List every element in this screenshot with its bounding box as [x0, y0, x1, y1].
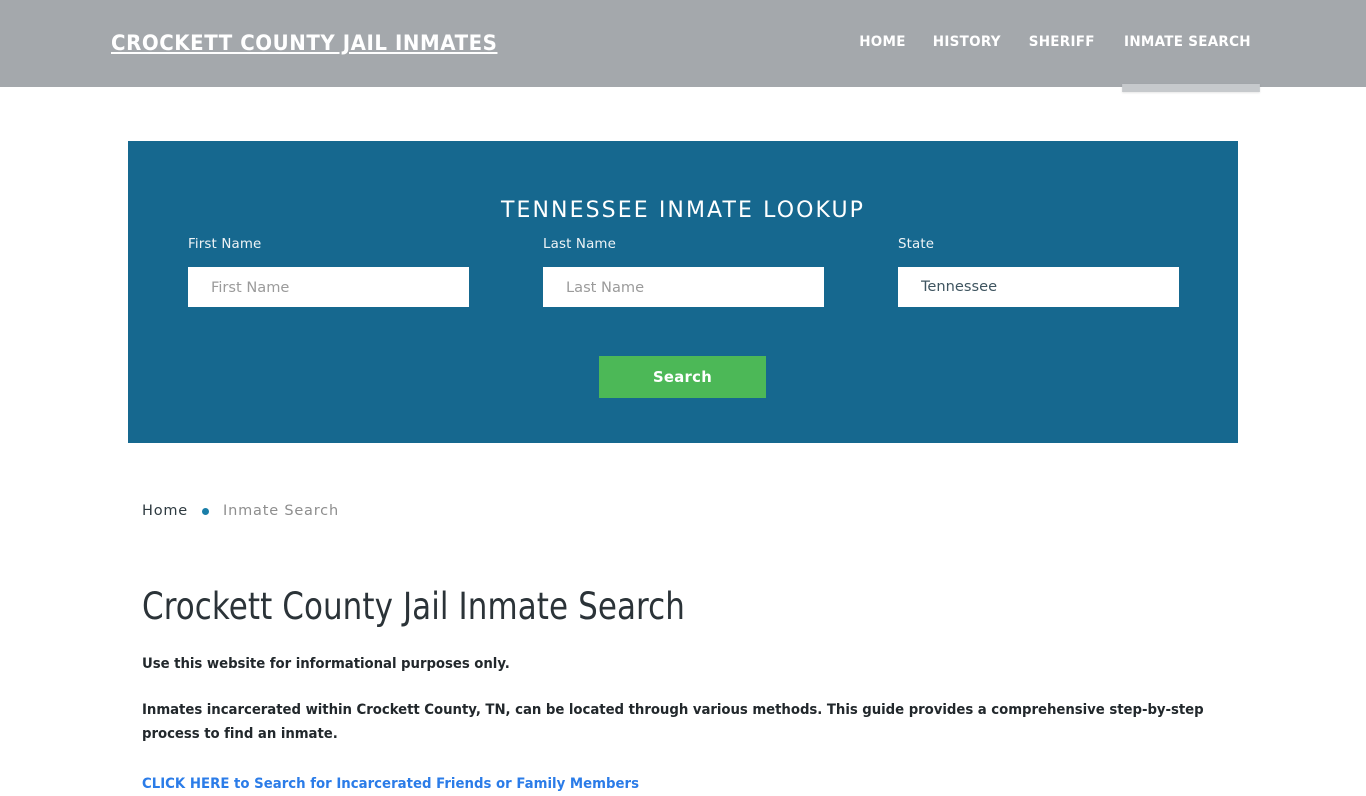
breadcrumb-home-link[interactable]: Home [142, 500, 188, 522]
search-button[interactable]: Search [599, 356, 766, 398]
inmate-lookup-panel: TENNESSEE INMATE LOOKUP First Name Last … [128, 141, 1238, 443]
nav-item-home[interactable]: HOME [848, 31, 917, 53]
page-title: Crockett County Jail Inmate Search [142, 585, 685, 628]
first-name-field-group: First Name [188, 236, 469, 307]
state-select[interactable]: Tennessee [898, 267, 1179, 307]
lookup-panel-title: TENNESSEE INMATE LOOKUP [500, 198, 866, 224]
breadcrumb-bullet-icon [202, 507, 210, 515]
last-name-input[interactable] [543, 267, 824, 307]
first-name-label: First Name [188, 237, 262, 252]
site-header: CROCKETT COUNTY JAIL INMATES HOME HISTOR… [0, 0, 1366, 92]
nav-item-sheriff[interactable]: SHERIFF [1017, 31, 1106, 53]
lookup-fields-row: First Name Last Name State Tennessee [128, 236, 1238, 316]
state-label: State [898, 237, 935, 252]
last-name-label: Last Name [543, 237, 617, 252]
breadcrumb-current: Inmate Search [223, 503, 339, 519]
inmate-search-cta-link[interactable]: CLICK HERE to Search for Incarcerated Fr… [142, 772, 639, 796]
intro-paragraph: Use this website for informational purpo… [142, 656, 510, 672]
last-name-field-group: Last Name [543, 236, 824, 307]
state-field-group: State Tennessee [898, 236, 1179, 307]
main-navigation: HOME HISTORY SHERIFF INMATE SEARCH [846, 31, 1261, 92]
page-content: Home Inmate Search Crockett County Jail … [142, 498, 1232, 796]
breadcrumb: Home Inmate Search [142, 498, 1232, 524]
description-paragraph: Inmates incarcerated within Crockett Cou… [142, 702, 1204, 742]
nav-item-inmate-search[interactable]: INMATE SEARCH [1112, 31, 1261, 92]
site-logo[interactable]: CROCKETT COUNTY JAIL INMATES [111, 30, 497, 57]
first-name-input[interactable] [188, 267, 469, 307]
nav-item-history[interactable]: HISTORY [922, 31, 1013, 53]
